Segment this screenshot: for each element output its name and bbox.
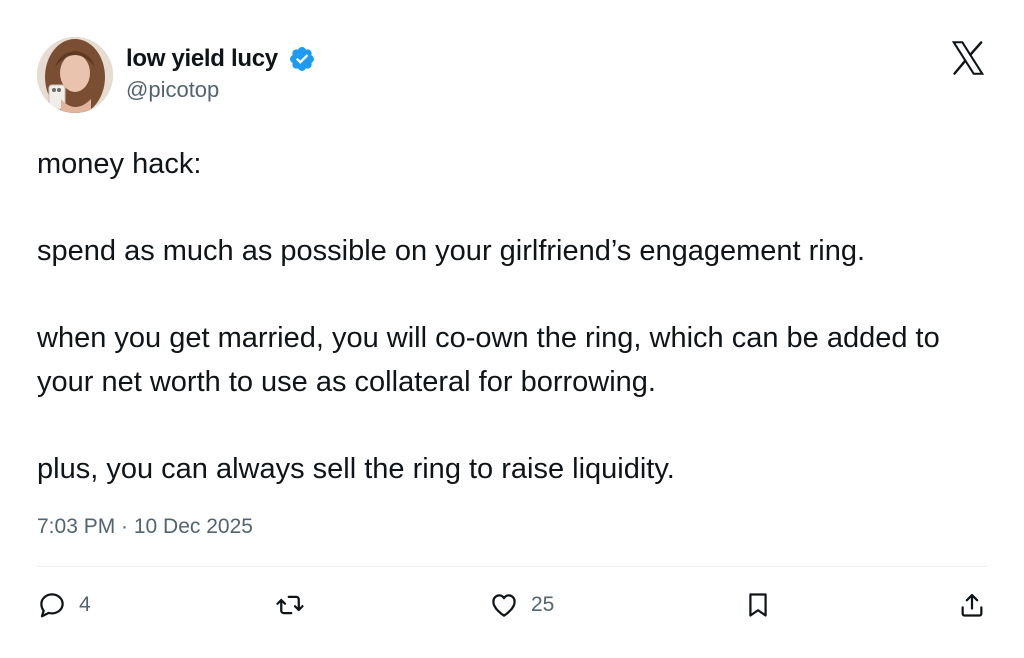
x-logo-icon[interactable] xyxy=(949,40,987,76)
like-button[interactable]: 25 xyxy=(489,588,554,622)
share-button[interactable] xyxy=(958,588,986,622)
retweet-button[interactable] xyxy=(274,588,318,622)
reply-button[interactable]: 4 xyxy=(37,588,91,622)
tweet-text: money hack: spend as much as possible on… xyxy=(37,142,987,491)
tweet-paragraph: money hack: xyxy=(37,148,202,180)
author-display-name[interactable]: low yield lucy xyxy=(126,42,278,76)
bookmark-button[interactable] xyxy=(744,588,772,622)
bookmark-icon xyxy=(749,593,767,617)
tweet-paragraph: spend as much as possible on your girlfr… xyxy=(37,235,866,267)
share-icon xyxy=(961,593,983,617)
tweet-timestamp[interactable]: 7:03 PM · 10 Dec 2025 xyxy=(37,512,253,542)
reply-icon xyxy=(40,593,64,618)
avatar-photo xyxy=(37,37,113,113)
retweet-icon xyxy=(276,595,304,615)
tweet-paragraph: when you get married, you will co-own th… xyxy=(37,322,940,398)
heart-icon xyxy=(492,594,516,617)
author-name-row: low yield lucy xyxy=(126,42,316,76)
tweet-card: low yield lucy @picotop money hack: spen… xyxy=(0,0,1024,658)
like-count: 25 xyxy=(531,593,555,616)
tweet-paragraph: plus, you can always sell the ring to ra… xyxy=(37,453,675,485)
verified-badge-icon xyxy=(289,47,314,71)
divider xyxy=(37,566,987,567)
reply-count: 4 xyxy=(79,593,91,616)
author-handle[interactable]: @picotop xyxy=(126,75,219,105)
avatar[interactable] xyxy=(37,37,113,113)
